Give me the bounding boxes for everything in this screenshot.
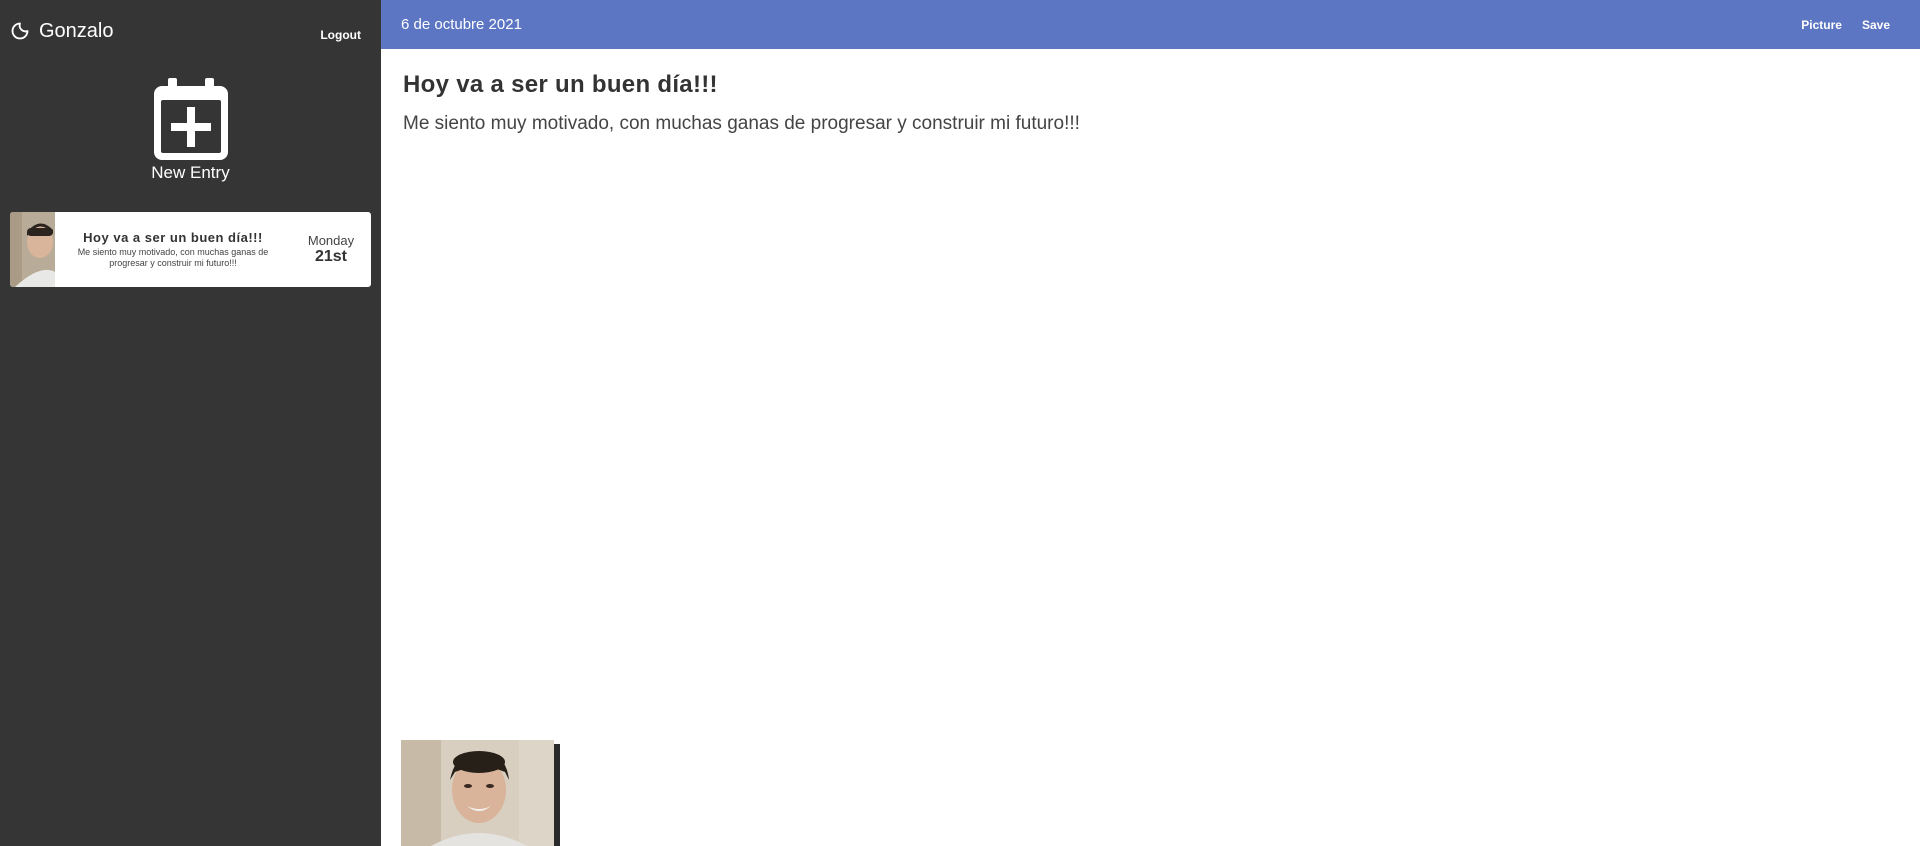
new-entry-button[interactable]: New Entry xyxy=(0,78,381,183)
topbar: 6 de octubre 2021 Picture Save xyxy=(381,0,1920,49)
main-panel: 6 de octubre 2021 Picture Save Hoy va a … xyxy=(381,0,1920,846)
user-name: Gonzalo xyxy=(39,19,114,42)
picture-button[interactable]: Picture xyxy=(1801,18,1842,32)
entry-list-item[interactable]: Hoy va a ser un buen día!!! Me siento mu… xyxy=(10,212,371,287)
entry-day: Monday xyxy=(307,233,355,248)
calendar-plus-icon xyxy=(153,78,228,160)
entry-content: Hoy va a ser un buen día!!! Me siento mu… xyxy=(381,49,1920,157)
entry-photo xyxy=(401,740,560,846)
entry-date-title: 6 de octubre 2021 xyxy=(401,16,522,33)
entry-preview-title: Hoy va a ser un buen día!!! xyxy=(83,230,263,245)
moon-icon[interactable] xyxy=(10,21,30,41)
entry-body[interactable]: Me siento muy motivado, con muchas ganas… xyxy=(403,113,1898,135)
entry-title[interactable]: Hoy va a ser un buen día!!! xyxy=(403,71,1898,99)
entry-preview: Hoy va a ser un buen día!!! Me siento mu… xyxy=(55,212,291,287)
sidebar: Gonzalo Logout New Entry Hoy va a ser un… xyxy=(0,0,381,846)
sidebar-header: Gonzalo Logout xyxy=(0,0,381,62)
entry-thumbnail xyxy=(10,212,55,287)
logout-button[interactable]: Logout xyxy=(320,28,361,42)
entry-day-number: 21st xyxy=(314,248,348,265)
save-button[interactable]: Save xyxy=(1862,18,1890,32)
new-entry-label: New Entry xyxy=(151,163,230,182)
topbar-actions: Picture Save xyxy=(1801,18,1890,32)
entry-date: Monday 21st xyxy=(291,212,371,287)
entry-photo-image xyxy=(401,740,554,846)
entry-preview-text: Me siento muy motivado, con muchas ganas… xyxy=(77,247,269,268)
user-info: Gonzalo xyxy=(10,20,114,43)
